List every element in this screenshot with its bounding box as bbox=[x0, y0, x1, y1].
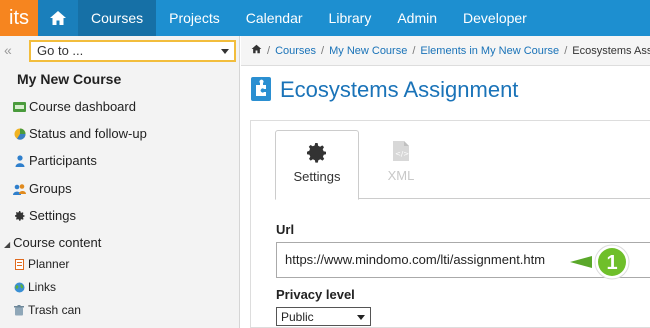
goto-placeholder: Go to ... bbox=[37, 43, 84, 58]
breadcrumb-separator: / bbox=[321, 44, 325, 57]
breadcrumb-separator: / bbox=[267, 44, 271, 57]
chevron-down-icon bbox=[221, 49, 229, 54]
planner-icon bbox=[13, 258, 25, 270]
home-button[interactable] bbox=[38, 0, 78, 36]
nav-developer[interactable]: Developer bbox=[450, 0, 540, 36]
nav-projects[interactable]: Projects bbox=[156, 0, 233, 36]
sidebar-item-label: Planner bbox=[28, 257, 70, 271]
callout-number: 1 bbox=[606, 252, 617, 274]
nav-calendar[interactable]: Calendar bbox=[233, 0, 316, 36]
sidebar-item-label: Participants bbox=[29, 153, 97, 168]
xml-file-icon: </> bbox=[359, 140, 443, 164]
sidebar-item-status[interactable]: Status and follow-up bbox=[13, 126, 147, 141]
breadcrumb-separator: / bbox=[412, 44, 416, 57]
trash-icon bbox=[13, 304, 25, 316]
content-panel: Settings </> XML Url https://www.mindomo… bbox=[250, 120, 650, 328]
url-label: Url bbox=[276, 222, 295, 237]
nav-library[interactable]: Library bbox=[316, 0, 385, 36]
group-icon bbox=[13, 183, 26, 195]
sidebar-item-settings[interactable]: Settings bbox=[13, 208, 76, 223]
collapse-sidebar-icon[interactable]: « bbox=[4, 42, 12, 58]
breadcrumb-item[interactable]: Elements in My New Course bbox=[420, 45, 559, 57]
tab-label: Settings bbox=[293, 169, 341, 184]
breadcrumb-separator: / bbox=[564, 44, 568, 57]
expanded-caret-icon: ◢ bbox=[4, 240, 11, 249]
person-icon bbox=[13, 154, 26, 167]
chevron-down-icon bbox=[357, 315, 365, 320]
breadcrumb-current: Ecosystems Assignm bbox=[572, 44, 650, 57]
gear-icon bbox=[13, 210, 26, 222]
sidebar: « Go to ... My New Course Course dashboa… bbox=[0, 36, 240, 328]
nav-courses[interactable]: Courses bbox=[78, 0, 157, 36]
callout-marker: 1 bbox=[570, 244, 630, 280]
home-icon[interactable] bbox=[251, 44, 262, 57]
tab-settings[interactable]: Settings bbox=[275, 130, 359, 200]
breadcrumb: / Courses / My New Course / Elements in … bbox=[241, 36, 650, 66]
dashboard-icon bbox=[13, 101, 26, 113]
section-course-content[interactable]: ◢ Course content bbox=[4, 235, 101, 250]
goto-dropdown[interactable]: Go to ... bbox=[29, 40, 236, 62]
sidebar-item-course-dashboard[interactable]: Course dashboard bbox=[13, 99, 136, 114]
gear-icon bbox=[276, 141, 358, 165]
privacy-level-select[interactable]: Public bbox=[276, 307, 371, 326]
sidebar-item-label: Settings bbox=[29, 208, 76, 223]
sidebar-item-label: Links bbox=[28, 280, 57, 294]
lti-tool-icon bbox=[251, 77, 271, 101]
tab-xml[interactable]: </> XML bbox=[359, 130, 443, 200]
sidebar-item-participants[interactable]: Participants bbox=[13, 153, 97, 168]
page-title: Ecosystems Assignment bbox=[280, 77, 519, 102]
sidebar-item-groups[interactable]: Groups bbox=[13, 181, 72, 196]
breadcrumb-item[interactable]: Courses bbox=[275, 45, 316, 57]
sidebar-item-label: Trash can bbox=[28, 303, 81, 317]
globe-icon bbox=[13, 282, 25, 293]
privacy-level-value: Public bbox=[281, 310, 314, 324]
top-navigation: its Courses Projects Calendar Library Ad… bbox=[0, 0, 650, 36]
sidebar-item-label: Status and follow-up bbox=[29, 126, 147, 141]
nav-admin[interactable]: Admin bbox=[384, 0, 450, 36]
its-logo[interactable]: its bbox=[0, 0, 38, 36]
sidebar-item-label: Course dashboard bbox=[29, 99, 136, 114]
tab-label: XML bbox=[387, 168, 415, 183]
course-title: My New Course bbox=[17, 71, 122, 87]
sidebar-item-trash[interactable]: Trash can bbox=[13, 303, 81, 317]
home-icon bbox=[50, 11, 66, 25]
pie-chart-icon bbox=[13, 128, 26, 140]
breadcrumb-item[interactable]: My New Course bbox=[329, 45, 407, 57]
tab-bar: Settings </> XML bbox=[275, 130, 650, 200]
privacy-level-label: Privacy level bbox=[276, 287, 355, 302]
sidebar-item-links[interactable]: Links bbox=[13, 280, 56, 294]
sidebar-item-planner[interactable]: Planner bbox=[13, 257, 69, 271]
sidebar-item-label: Groups bbox=[29, 181, 72, 196]
svg-text:</>: </> bbox=[395, 150, 409, 158]
section-label: Course content bbox=[13, 235, 102, 250]
